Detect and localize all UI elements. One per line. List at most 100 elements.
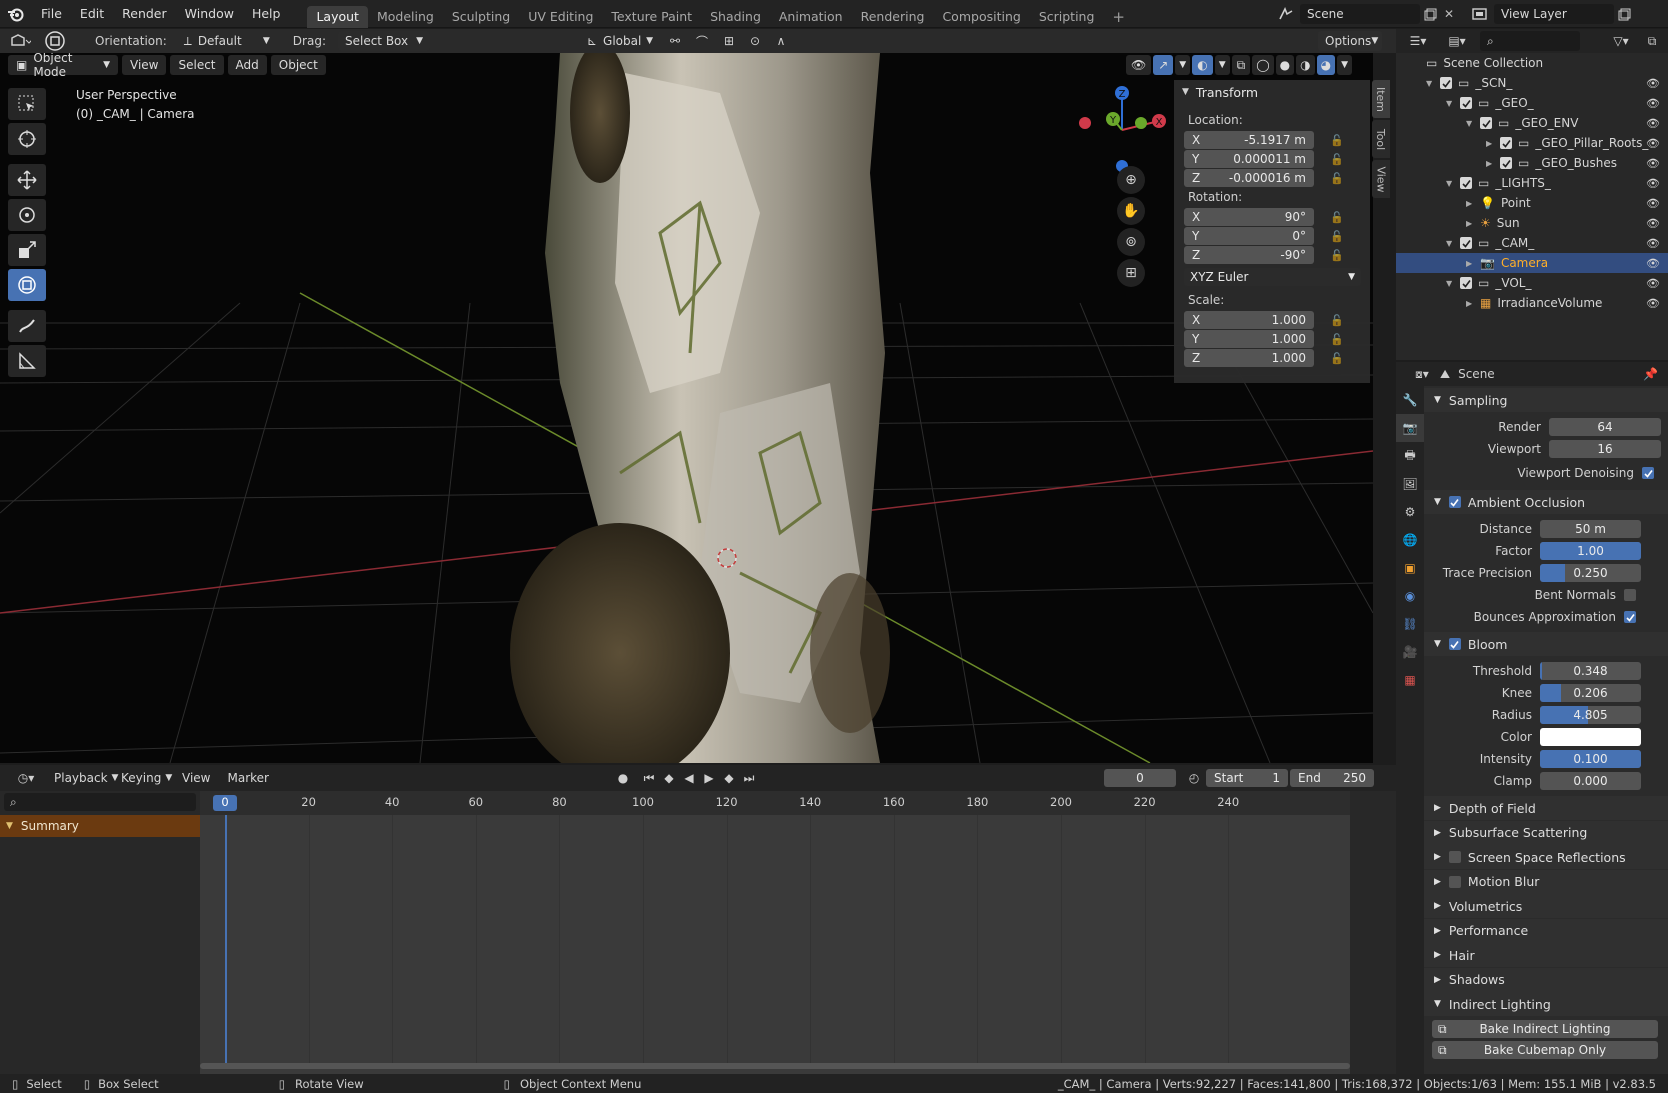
scene-selector[interactable]: Scene ✕ bbox=[1272, 3, 1458, 25]
tab-animation[interactable]: Animation bbox=[770, 6, 852, 28]
render-tab-icon[interactable]: 📷 bbox=[1396, 414, 1424, 442]
proportional-edit-icon[interactable]: ⊙ bbox=[744, 34, 766, 48]
menu-file[interactable]: File bbox=[32, 0, 71, 28]
pivot-point-icon[interactable]: ⚯ bbox=[660, 34, 690, 48]
exclude-checkbox[interactable] bbox=[1460, 237, 1472, 249]
panel-enable-checkbox[interactable] bbox=[1448, 851, 1461, 863]
properties-editor-icon[interactable]: ⧇▾ bbox=[1404, 367, 1440, 382]
tab-texture-paint[interactable]: Texture Paint bbox=[602, 6, 701, 28]
tab-uv-editing[interactable]: UV Editing bbox=[519, 6, 602, 28]
lock-icon[interactable]: 🔓 bbox=[1330, 211, 1344, 224]
output-tab-icon[interactable]: 🖶 bbox=[1396, 442, 1424, 470]
outliner-item[interactable]: ▼ ▭ _VOL_ 👁 bbox=[1396, 273, 1668, 293]
exclude-checkbox[interactable] bbox=[1460, 177, 1472, 189]
expand-right-icon[interactable]: ▶ bbox=[1486, 159, 1500, 168]
expand-down-icon[interactable]: ▼ bbox=[1446, 179, 1460, 188]
perspective-toggle-icon[interactable]: ⊞ bbox=[1117, 259, 1145, 287]
visibility-eye-icon[interactable]: 👁 bbox=[1646, 137, 1660, 150]
add-menu[interactable]: Add bbox=[227, 55, 267, 75]
outliner-editor-icon[interactable]: ☰▾ bbox=[1402, 34, 1434, 48]
timeline-editor-icon[interactable]: ◷▾ bbox=[8, 771, 44, 785]
zoom-icon[interactable]: ⊕ bbox=[1117, 166, 1145, 194]
tab-compositing[interactable]: Compositing bbox=[933, 6, 1029, 28]
bloom-enable-checkbox[interactable] bbox=[1448, 638, 1461, 650]
jump-start-icon[interactable]: ⏮ bbox=[640, 771, 658, 786]
visibility-icon[interactable]: 👁 bbox=[1126, 55, 1152, 75]
viewlayer-name-field[interactable]: View Layer bbox=[1494, 4, 1614, 24]
tab-layout[interactable]: Layout bbox=[307, 5, 368, 28]
timeline-search-input[interactable]: ⌕ bbox=[4, 793, 196, 811]
expand-right-icon[interactable]: ▶ bbox=[1466, 259, 1480, 268]
viewport-denoising-checkbox[interactable] bbox=[1642, 467, 1654, 479]
scene-name-field[interactable]: Scene bbox=[1300, 4, 1420, 24]
material-shading-icon[interactable]: ◑ bbox=[1296, 55, 1315, 75]
navigation-gizmo[interactable]: Z X Y bbox=[1075, 83, 1170, 178]
wireframe-shading-icon[interactable]: ◯ bbox=[1252, 55, 1274, 75]
play-reverse-icon[interactable]: ◀ bbox=[680, 771, 698, 785]
panel-enable-checkbox[interactable] bbox=[1448, 875, 1461, 888]
annotate-tool-icon[interactable] bbox=[8, 310, 46, 342]
keying-menu[interactable]: Keying ▼ bbox=[114, 768, 172, 788]
outliner-item[interactable]: ▼ ▭ _SCN_ 👁 bbox=[1396, 73, 1668, 93]
chevron-down-icon[interactable]: ▼ bbox=[1214, 55, 1230, 75]
bloom-clamp-field[interactable]: 0.000 bbox=[1540, 772, 1641, 790]
collapsed-panel-header[interactable]: ▶ Motion Blur bbox=[1424, 869, 1668, 894]
falloff-curve-icon[interactable]: ∧ bbox=[766, 34, 796, 48]
editor-type-icon[interactable] bbox=[0, 29, 40, 53]
pin-icon[interactable]: 📌 bbox=[1643, 367, 1658, 381]
transform-tool-icon[interactable] bbox=[8, 269, 46, 301]
outliner-item[interactable]: ▶ ▦ IrradianceVolume 👁 bbox=[1396, 293, 1668, 313]
exclude-checkbox[interactable] bbox=[1460, 277, 1472, 289]
delete-scene-icon[interactable]: ✕ bbox=[1440, 7, 1458, 21]
outliner-item[interactable]: ▼ ▭ _GEO_ 👁 bbox=[1396, 93, 1668, 113]
3d-viewport[interactable]: ▣ Object Mode ▼ View Select Add Object 👁 ↗… bbox=[0, 53, 1373, 763]
select-box-tool-icon[interactable] bbox=[8, 88, 46, 120]
lock-icon[interactable]: 🔓 bbox=[1330, 249, 1344, 262]
timeline-scrollbar[interactable] bbox=[200, 1063, 1350, 1069]
outliner-item[interactable]: ▶ ▭ _GEO_Bushes 👁 bbox=[1396, 153, 1668, 173]
exclude-checkbox[interactable] bbox=[1440, 77, 1452, 89]
timeline-view-menu[interactable]: View bbox=[175, 768, 217, 788]
scale-y-field[interactable]: Y 1.000 bbox=[1184, 330, 1314, 349]
bloom-knee-slider[interactable]: 0.206 bbox=[1540, 684, 1641, 702]
collapsed-panel-header[interactable]: ▶ Subsurface Scattering bbox=[1424, 820, 1668, 845]
expand-down-icon[interactable]: ▼ bbox=[1446, 99, 1460, 108]
lock-icon[interactable]: 🔓 bbox=[1330, 172, 1344, 185]
collapsed-panel-header[interactable]: ▶ Volumetrics bbox=[1424, 894, 1668, 918]
collapsed-panel-header[interactable]: ▶ Screen Space Reflections bbox=[1424, 845, 1668, 869]
timeline-marker-menu[interactable]: Marker bbox=[220, 768, 275, 788]
bloom-color-swatch[interactable] bbox=[1540, 728, 1641, 746]
ao-panel-header[interactable]: ▼ Ambient Occlusion bbox=[1424, 490, 1668, 514]
expand-down-icon[interactable]: ▼ bbox=[1446, 239, 1460, 248]
orientation-dropdown[interactable]: ⟂ Default ▼ bbox=[177, 31, 277, 51]
tab-sculpting[interactable]: Sculpting bbox=[443, 6, 519, 28]
tab-rendering[interactable]: Rendering bbox=[852, 6, 934, 28]
lock-icon[interactable]: 🔓 bbox=[1330, 314, 1344, 327]
playback-menu[interactable]: Playback ▼ bbox=[47, 768, 118, 788]
transform-orientation-dropdown[interactable]: ⊾ Global ▼ bbox=[580, 31, 660, 51]
active-tool-icon[interactable] bbox=[40, 30, 70, 52]
bloom-radius-slider[interactable]: 4.805 bbox=[1540, 706, 1641, 724]
scene-tab-icon[interactable]: ⚙ bbox=[1396, 498, 1424, 526]
indirect-lighting-panel-header[interactable]: ▼ Indirect Lighting bbox=[1424, 992, 1668, 1016]
play-icon[interactable]: ▶ bbox=[700, 771, 718, 785]
ao-enable-checkbox[interactable] bbox=[1448, 496, 1461, 508]
visibility-eye-icon[interactable]: 👁 bbox=[1646, 97, 1660, 110]
outliner-item[interactable]: ▼ ▭ _LIGHTS_ 👁 bbox=[1396, 173, 1668, 193]
lock-icon[interactable]: 🔓 bbox=[1330, 352, 1344, 365]
visibility-eye-icon[interactable]: 👁 bbox=[1646, 237, 1660, 250]
texture-tab-icon[interactable]: ▦ bbox=[1396, 666, 1424, 694]
view-layer-tab-icon[interactable]: 🖼 bbox=[1396, 470, 1424, 498]
snap-toggle-icon[interactable]: ⌒ bbox=[690, 33, 714, 50]
select-menu[interactable]: Select bbox=[170, 55, 224, 75]
bloom-intensity-slider[interactable]: 0.100 bbox=[1540, 750, 1641, 768]
viewport-samples-field[interactable]: 16 bbox=[1549, 440, 1661, 458]
collapsed-panel-header[interactable]: ▶ Shadows bbox=[1424, 967, 1668, 992]
visibility-eye-icon[interactable]: 👁 bbox=[1646, 257, 1660, 270]
scale-tool-icon[interactable] bbox=[8, 234, 46, 266]
new-collection-icon[interactable]: ⧉ bbox=[1644, 34, 1660, 49]
bloom-panel-header[interactable]: ▼ Bloom bbox=[1424, 632, 1668, 656]
rendered-shading-icon[interactable]: ◕ bbox=[1316, 55, 1336, 75]
expand-down-icon[interactable]: ▼ bbox=[1426, 79, 1440, 88]
menu-help[interactable]: Help bbox=[243, 0, 290, 28]
